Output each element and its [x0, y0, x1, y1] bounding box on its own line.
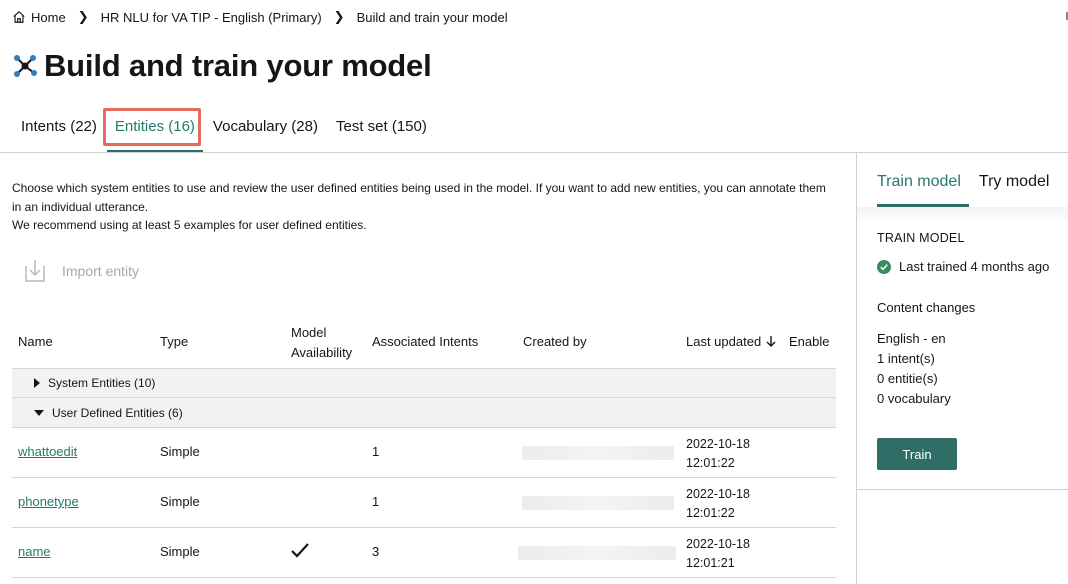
tab-train-model[interactable]: Train model	[877, 173, 969, 207]
caret-right-icon[interactable]	[34, 378, 40, 388]
table-row: name Simple 3 2022-10-18 12:01:21	[12, 528, 836, 578]
created-by-redacted	[522, 496, 674, 510]
content-changes-label: Content changes	[877, 300, 976, 315]
change-language: English - en	[877, 331, 946, 346]
entity-name-link[interactable]: name	[18, 544, 51, 559]
train-button[interactable]: Train	[877, 438, 957, 470]
breadcrumb: Home ❯ HR NLU for VA TIP - English (Prim…	[12, 9, 508, 25]
import-entity-button[interactable]: Import entity	[22, 258, 139, 284]
entities-table: Name Type Model Availability Associated …	[12, 322, 836, 578]
page-header: Build and train your model	[12, 48, 432, 84]
status-text: Last trained 4 months ago	[899, 259, 1050, 274]
entity-intents-count: 1	[372, 444, 380, 459]
tab-label[interactable]: Vocabulary (28)	[213, 118, 318, 135]
column-header-type[interactable]: Type	[160, 334, 188, 349]
column-header-name[interactable]: Name	[18, 334, 53, 349]
created-by-redacted	[518, 546, 676, 560]
tab-bar: Intents (22) Entities (16) Vocabulary (2…	[0, 108, 856, 153]
entity-intents-count: 3	[372, 544, 380, 559]
group-label: System Entities (10)	[48, 376, 156, 390]
right-panel-tabs: Train model Try model	[877, 173, 1059, 207]
content-changes-list: English - en 1 intent(s) 0 entitie(s) 0 …	[877, 329, 1067, 409]
change-entities: 0 entitie(s)	[877, 371, 938, 386]
group-row-system-entities[interactable]: System Entities (10)	[12, 368, 836, 398]
tab-try-model[interactable]: Try model	[979, 173, 1050, 207]
column-header-created-by[interactable]: Created by	[523, 334, 587, 349]
tab-label[interactable]: Test set (150)	[336, 118, 427, 135]
column-header-last-updated[interactable]: Last updated	[686, 334, 777, 349]
breadcrumb-project-label[interactable]: HR NLU for VA TIP - English (Primary)	[101, 10, 322, 25]
change-intents: 1 intent(s)	[877, 351, 935, 366]
entity-type: Simple	[160, 544, 200, 559]
entity-type: Simple	[160, 494, 200, 509]
home-icon	[13, 10, 25, 23]
tab-label[interactable]: Train model	[877, 173, 961, 190]
entity-intents-count: 1	[372, 494, 380, 509]
import-icon	[25, 260, 45, 282]
panel-divider	[857, 207, 1068, 219]
caret-down-icon[interactable]	[34, 409, 44, 416]
entities-description: Choose which system entities to use and …	[12, 179, 832, 235]
last-updated-time: 12:01:21	[686, 555, 735, 570]
last-updated-time: 12:01:22	[686, 505, 735, 520]
last-updated-date: 2022-10-18	[686, 437, 750, 451]
group-label: User Defined Entities (6)	[52, 405, 183, 420]
tab-label[interactable]: Intents (22)	[21, 118, 97, 135]
section-heading: TRAIN MODEL	[877, 231, 965, 245]
column-header-associated-intents[interactable]: Associated Intents	[372, 334, 478, 349]
table-row: whattoedit Simple 1 2022-10-18 12:01:22	[12, 428, 836, 478]
last-updated-date: 2022-10-18	[686, 537, 750, 551]
breadcrumb-current-label: Build and train your model	[356, 9, 508, 25]
breadcrumb-home-label[interactable]: Home	[31, 10, 66, 25]
column-header-model-availability[interactable]: Model Availability	[291, 323, 352, 363]
change-vocabulary: 0 vocabulary	[877, 391, 951, 406]
description-recommendation: We recommend using at least 5 examples f…	[12, 218, 367, 232]
train-model-section: TRAIN MODEL Last trained 4 months ago Co…	[877, 231, 1067, 470]
last-updated: 2022-10-18 12:01:22	[686, 435, 750, 472]
tab-entities[interactable]: Entities (16)	[102, 108, 203, 153]
checkmark-icon	[291, 543, 309, 558]
last-updated-time: 12:01:22	[686, 455, 735, 470]
created-by-redacted	[522, 446, 674, 460]
panel-bottom-divider	[857, 489, 1068, 490]
table-row: phonetype Simple 1 2022-10-18 12:01:22	[12, 478, 836, 528]
checkmark-circle-icon	[877, 259, 891, 274]
tab-intents[interactable]: Intents (22)	[21, 108, 97, 153]
chevron-right-icon: ❯	[333, 9, 345, 24]
entity-name-link[interactable]: whattoedit	[18, 444, 77, 459]
column-header-label: Availability	[291, 345, 353, 360]
group-row-user-entities[interactable]: User Defined Entities (6)	[12, 398, 836, 428]
entity-name-link[interactable]: phonetype	[18, 494, 79, 509]
train-panel: Train model Try model TRAIN MODEL Last t…	[856, 153, 1068, 584]
last-updated: 2022-10-18 12:01:21	[686, 535, 750, 572]
tab-test-set[interactable]: Test set (150)	[336, 108, 427, 153]
chevron-right-icon: ❯	[77, 9, 89, 24]
breadcrumb-current: Build and train your model	[357, 10, 508, 25]
model-network-icon	[14, 55, 37, 77]
import-entity-label[interactable]: Import entity	[62, 263, 139, 279]
column-header-label: Model	[291, 325, 327, 340]
last-updated-date: 2022-10-18	[686, 487, 750, 501]
entity-type: Simple	[160, 444, 200, 459]
breadcrumb-project[interactable]: HR NLU for VA TIP - English (Primary)	[101, 10, 322, 25]
column-header-enable[interactable]: Enable	[789, 334, 829, 349]
arrow-down-icon	[766, 336, 776, 347]
tab-vocabulary[interactable]: Vocabulary (28)	[213, 108, 318, 153]
breadcrumb-home[interactable]: Home	[12, 10, 66, 25]
highlight-box	[102, 108, 201, 146]
table-header: Name Type Model Availability Associated …	[12, 322, 836, 368]
training-status: Last trained 4 months ago	[877, 259, 1067, 274]
page-title: Build and train your model	[44, 48, 432, 83]
last-updated: 2022-10-18 12:01:22	[686, 485, 750, 522]
description-text: Choose which system entities to use and …	[12, 181, 826, 214]
column-header-label: Last updated	[686, 334, 762, 349]
tab-label[interactable]: Try model	[979, 173, 1050, 190]
